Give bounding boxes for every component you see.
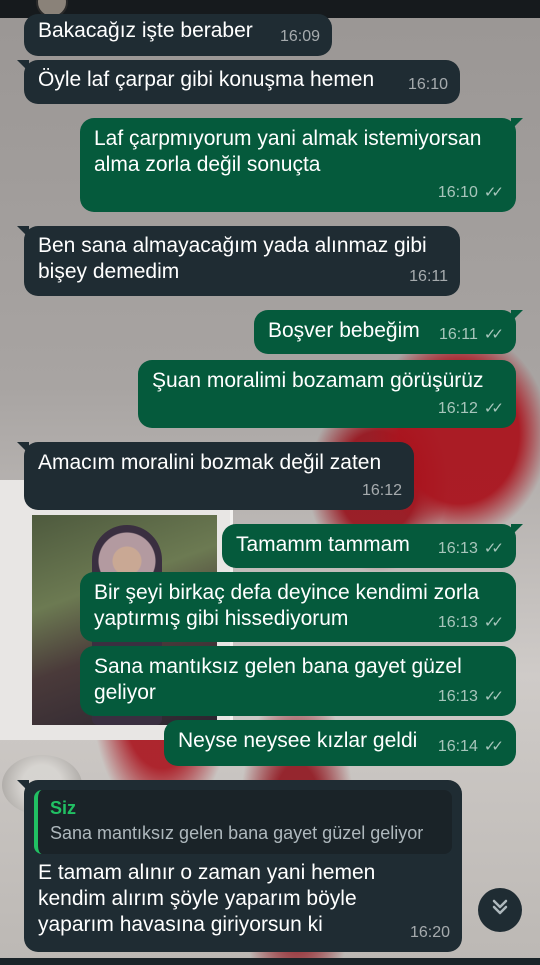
message-time: 16:13 bbox=[437, 614, 478, 631]
message-text: Bakacağız işte beraber bbox=[38, 19, 253, 42]
message-text: Öyle laf çarpar gibi konuşma hemen bbox=[38, 68, 375, 91]
message-time: 16:10 bbox=[407, 76, 448, 93]
message-time: 16:12 bbox=[437, 400, 478, 417]
quoted-message[interactable]: Siz Sana mantıksız gelen bana gayet güze… bbox=[34, 790, 452, 854]
message-incoming[interactable]: Öyle laf çarpar gibi konuşma hemen 16:10 bbox=[17, 60, 460, 104]
message-incoming[interactable]: Bakacağız işte beraber 16:09 bbox=[24, 14, 332, 56]
message-time: 16:11 bbox=[409, 268, 448, 285]
message-time: 16:12 bbox=[361, 482, 402, 499]
read-receipt-icon: ✓✓ bbox=[483, 184, 504, 201]
read-receipt-icon: ✓✓ bbox=[483, 540, 504, 557]
message-text: Laf çarpmıyorum yani almak istemiyorsan … bbox=[94, 127, 482, 176]
scroll-to-bottom-button[interactable] bbox=[478, 888, 522, 932]
message-incoming-reply[interactable]: Siz Sana mantıksız gelen bana gayet güze… bbox=[17, 780, 462, 952]
message-time: 16:20 bbox=[409, 924, 450, 941]
message-outgoing[interactable]: Boşver bebeğim 16:11 ✓✓ bbox=[254, 310, 523, 354]
message-outgoing[interactable]: Bir şeyi birkaç defa deyince kendimi zor… bbox=[80, 572, 516, 642]
message-time: 16:10 bbox=[437, 184, 478, 201]
message-text: Ben sana almayacağım yada alınmaz gibi b… bbox=[38, 234, 427, 283]
message-time: 16:14 bbox=[437, 738, 478, 755]
message-text: Şuan moralimi bozamam görüşürüz bbox=[152, 369, 484, 392]
read-receipt-icon: ✓✓ bbox=[483, 688, 504, 705]
message-outgoing[interactable]: Neyse neysee kızlar geldi 16:14 ✓✓ bbox=[164, 720, 516, 766]
message-text: E tamam alınır o zaman yani hemen kendim… bbox=[38, 861, 376, 936]
message-outgoing[interactable]: Tamamm tammam 16:13 ✓✓ bbox=[222, 524, 523, 568]
read-receipt-icon: ✓✓ bbox=[483, 326, 504, 343]
read-receipt-icon: ✓✓ bbox=[483, 614, 504, 631]
message-outgoing[interactable]: Sana mantıksız gelen bana gayet güzel ge… bbox=[80, 646, 516, 716]
message-incoming[interactable]: Ben sana almayacağım yada alınmaz gibi b… bbox=[17, 226, 460, 296]
message-incoming[interactable]: Amacım moralini bozmak değil zaten 16:12 bbox=[17, 442, 414, 510]
message-time: 16:11 bbox=[439, 326, 478, 343]
message-time: 16:13 bbox=[437, 540, 478, 557]
input-bar-edge bbox=[0, 958, 540, 965]
quoted-author: Siz bbox=[50, 798, 77, 818]
double-chevron-down-icon bbox=[491, 898, 509, 922]
message-outgoing[interactable]: Laf çarpmıyorum yani almak istemiyorsan … bbox=[80, 118, 523, 212]
message-outgoing[interactable]: Şuan moralimi bozamam görüşürüz 16:12 ✓✓ bbox=[138, 360, 516, 428]
message-text: Amacım moralini bozmak değil zaten bbox=[38, 451, 382, 474]
message-time: 16:09 bbox=[279, 28, 320, 45]
quoted-text: Sana mantıksız gelen bana gayet güzel ge… bbox=[50, 823, 424, 843]
read-receipt-icon: ✓✓ bbox=[483, 738, 504, 755]
message-time: 16:13 bbox=[437, 688, 478, 705]
read-receipt-icon: ✓✓ bbox=[483, 400, 504, 417]
